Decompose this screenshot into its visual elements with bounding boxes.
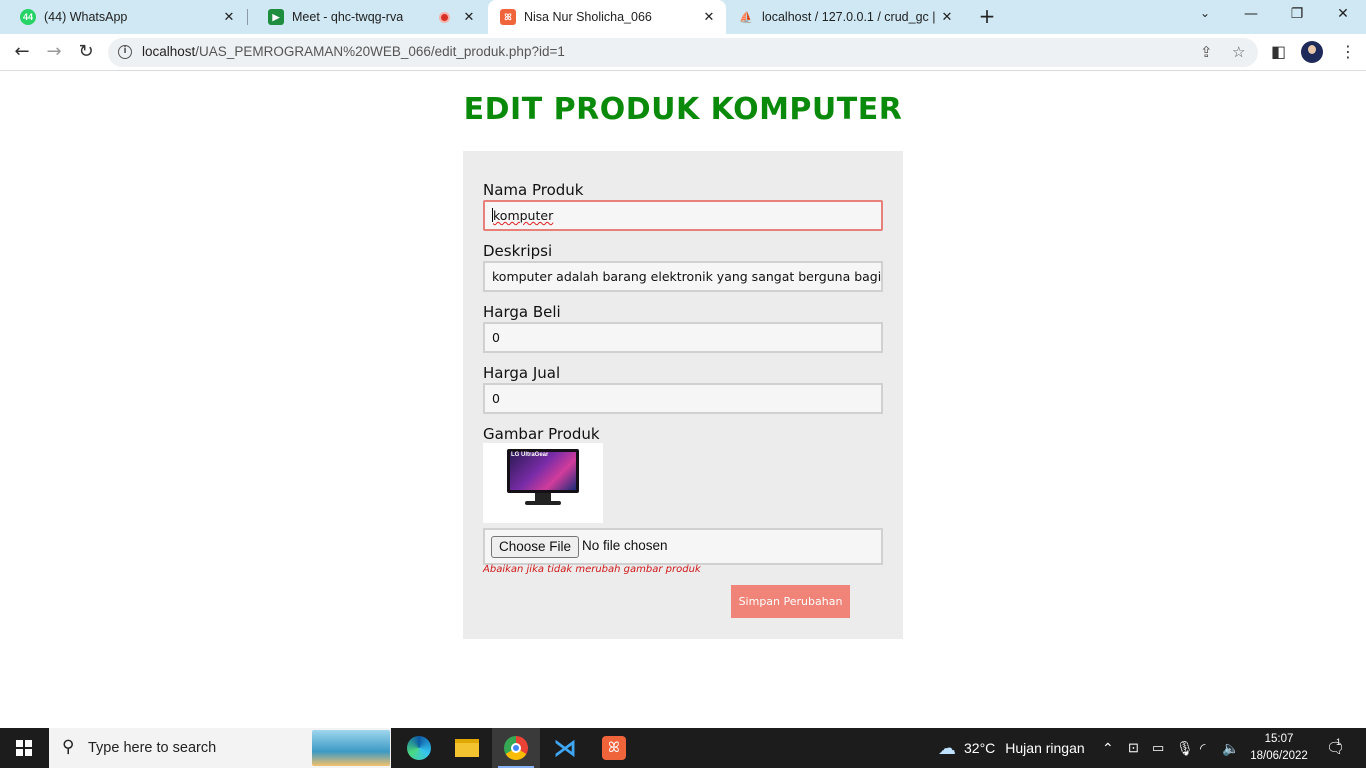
tab-search-chevron-icon[interactable]: ⌄: [1190, 6, 1220, 26]
search-placeholder: Type here to search: [88, 740, 217, 756]
tab-title: (44) WhatsApp: [44, 10, 128, 24]
google-meet-icon: ▶: [268, 9, 284, 25]
nama-produk-label: Nama Produk: [483, 181, 584, 199]
taskbar-clock[interactable]: 15:07 18/06/2022: [1248, 731, 1310, 765]
browser-tab-strip: 44 (44) WhatsApp ✕ ▶ Meet - qhc-twqg-rva…: [0, 0, 1366, 34]
product-image-thumbnail: LG UltraGear: [483, 443, 603, 523]
menu-kebab-icon[interactable]: ⋮: [1340, 42, 1356, 61]
nama-produk-value: komputer: [493, 208, 554, 223]
microphone-icon[interactable]: 🎙: [1176, 728, 1194, 768]
nama-produk-input[interactable]: komputer: [483, 200, 883, 231]
file-status-text: No file chosen: [582, 538, 668, 553]
image-hint-text: Abaikan jika tidak merubah gambar produk: [483, 564, 701, 575]
search-icon: ⚲: [62, 737, 75, 757]
tab-title: Meet - qhc-twqg-rva: [292, 10, 404, 24]
harga-beli-label: Harga Beli: [483, 303, 561, 321]
weather-widget[interactable]: ☁ 32°C Hujan ringan: [938, 728, 1085, 768]
site-info-icon[interactable]: i: [118, 45, 132, 59]
battery-icon[interactable]: ▭: [1152, 728, 1164, 768]
new-tab-icon[interactable]: +: [976, 6, 998, 28]
xampp-taskbar-icon[interactable]: ꕤ: [590, 728, 638, 768]
harga-beli-input[interactable]: 0: [483, 322, 883, 353]
page-title: EDIT PRODUK KOMPUTER: [463, 92, 903, 127]
tray-chevron-icon[interactable]: ⌃: [1102, 728, 1114, 768]
simpan-perubahan-button[interactable]: Simpan Perubahan: [731, 585, 850, 618]
edge-icon[interactable]: [395, 728, 443, 768]
reload-icon[interactable]: ↻: [74, 41, 98, 65]
clock-date: 18/06/2022: [1250, 750, 1308, 762]
xampp-icon: ꕤ: [500, 9, 516, 25]
tab-whatsapp[interactable]: 44 (44) WhatsApp ✕: [0, 0, 246, 34]
tab-title: Nisa Nur Sholicha_066: [524, 10, 652, 24]
harga-jual-label: Harga Jual: [483, 364, 561, 382]
notification-count: 1: [1336, 737, 1342, 747]
minimize-icon[interactable]: —: [1236, 6, 1266, 26]
back-arrow-icon[interactable]: ←: [10, 41, 34, 65]
url-text[interactable]: localhost/UAS_PEMROGRAMAN%20WEB_066/edit…: [142, 44, 565, 59]
wifi-icon[interactable]: ◜: [1200, 728, 1205, 768]
side-panel-icon[interactable]: ◧: [1271, 42, 1286, 61]
address-bar[interactable]: i localhost/UAS_PEMROGRAMAN%20WEB_066/ed…: [108, 38, 1258, 67]
vscode-icon[interactable]: ⋊: [541, 728, 589, 768]
monitor-image: LG UltraGear: [507, 449, 579, 493]
choose-file-button[interactable]: Choose File: [491, 536, 580, 558]
taskbar-search-box[interactable]: ⚲ Type here to search: [49, 728, 391, 768]
weather-desc: Hujan ringan: [1005, 740, 1085, 756]
tab-phpmyadmin[interactable]: ⛵ localhost / 127.0.0.1 / crud_gc | p ✕: [728, 0, 964, 34]
edit-product-form: Nama Produk komputer Deskripsi komputer …: [463, 151, 903, 639]
url-host: localhost: [142, 44, 196, 59]
phpmyadmin-icon: ⛵: [739, 11, 753, 24]
deskripsi-label: Deskripsi: [483, 242, 553, 260]
browser-toolbar: ← → ↻ i localhost/UAS_PEMROGRAMAN%20WEB_…: [0, 34, 1366, 71]
search-highlight-illustration: [312, 730, 390, 766]
monitor-brand-text: LG UltraGear: [511, 452, 549, 458]
whatsapp-icon: 44: [20, 9, 36, 25]
file-explorer-icon[interactable]: [443, 728, 491, 768]
tab-title: localhost / 127.0.0.1 / crud_gc | p: [762, 10, 938, 24]
deskripsi-input[interactable]: komputer adalah barang elektronik yang s…: [483, 261, 883, 292]
restore-icon[interactable]: ❐: [1282, 6, 1312, 26]
tab-nisa-nur-sholicha[interactable]: ꕤ Nisa Nur Sholicha_066 ✕: [488, 0, 726, 34]
notification-center-icon[interactable]: 🗨 1: [1326, 728, 1345, 768]
cloud-rain-icon: ☁: [938, 737, 956, 758]
profile-avatar[interactable]: [1301, 41, 1323, 63]
harga-jual-input[interactable]: 0: [483, 383, 883, 414]
windows-taskbar: ⚲ Type here to search ⋊ ꕤ ☁ 32°C Hujan r…: [0, 728, 1366, 768]
close-tab-icon[interactable]: ✕: [460, 9, 478, 25]
forward-arrow-icon[interactable]: →: [42, 41, 66, 65]
chrome-icon[interactable]: [492, 728, 540, 768]
bookmark-star-icon[interactable]: ☆: [1232, 43, 1245, 61]
close-tab-icon[interactable]: ✕: [938, 9, 956, 25]
close-window-icon[interactable]: ✕: [1328, 6, 1358, 26]
page-content: EDIT PRODUK KOMPUTER Nama Produk kompute…: [0, 72, 1366, 728]
share-icon[interactable]: ⇪: [1200, 43, 1213, 61]
file-input[interactable]: Choose File No file chosen: [483, 528, 883, 565]
close-tab-icon[interactable]: ✕: [700, 9, 718, 25]
close-tab-icon[interactable]: ✕: [220, 9, 238, 25]
recording-icon: [439, 11, 450, 23]
url-path: /UAS_PEMROGRAMAN%20WEB_066/edit_produk.p…: [195, 44, 565, 59]
weather-temp: 32°C: [964, 740, 996, 756]
gambar-produk-label: Gambar Produk: [483, 425, 600, 443]
clock-time: 15:07: [1264, 733, 1294, 745]
windows-start-icon[interactable]: [16, 740, 32, 756]
volume-icon[interactable]: 🔈: [1222, 728, 1239, 768]
tab-meet[interactable]: ▶ Meet - qhc-twqg-rva ✕: [248, 0, 486, 34]
meet-tray-icon[interactable]: ⊡: [1128, 728, 1139, 768]
